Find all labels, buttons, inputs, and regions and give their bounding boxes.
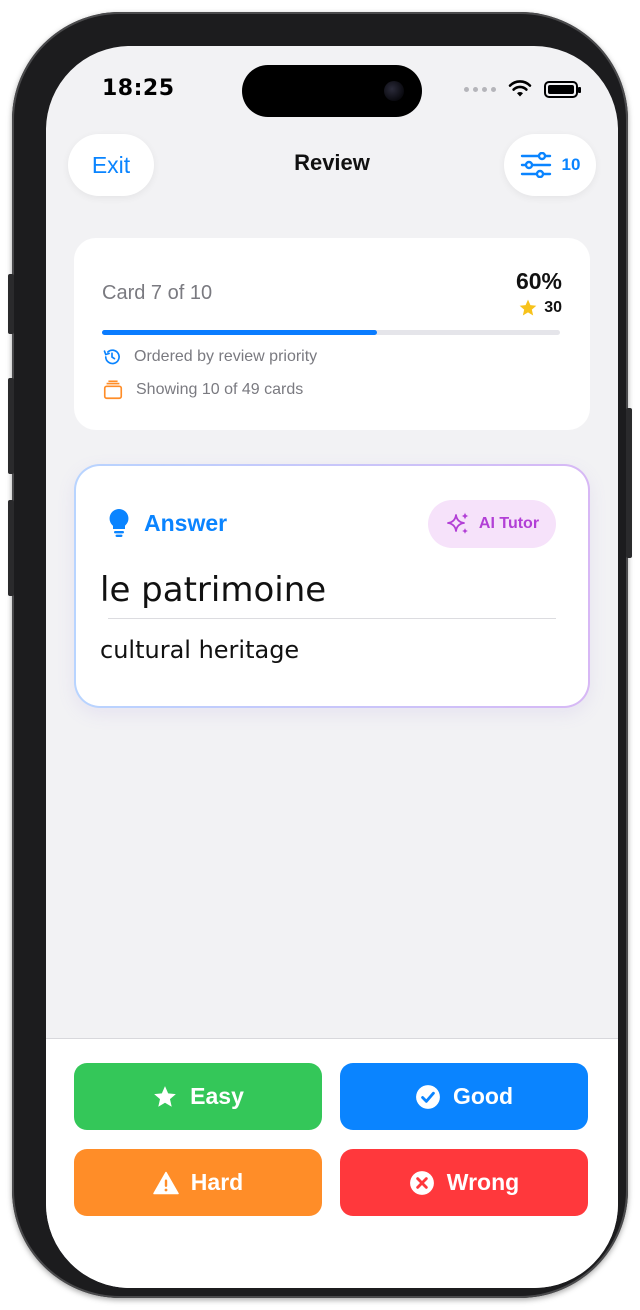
front-camera: [384, 81, 404, 101]
lightbulb-icon: [109, 509, 129, 537]
status-time: 18:25: [102, 76, 175, 101]
sliders-icon: [520, 152, 551, 178]
sparkles-icon: [447, 512, 469, 534]
cellular-signal-icon: [464, 86, 496, 92]
grading-panel: Easy Good Hard Wrong: [46, 1038, 618, 1288]
easy-label: Easy: [190, 1083, 244, 1109]
dynamic-island: [242, 65, 422, 117]
screen: 18:25 Exit Review 10 Card 7 of 10 60% 30…: [46, 46, 618, 1288]
divider: [108, 618, 556, 619]
ai-tutor-label: AI Tutor: [478, 515, 540, 532]
answer-card: Answer AI Tutor le patrimoine cultural h…: [74, 464, 590, 708]
wrong-label: Wrong: [446, 1169, 520, 1195]
filter-button[interactable]: 10: [504, 134, 596, 196]
good-button[interactable]: Good: [340, 1063, 588, 1130]
answer-header: Answer: [108, 508, 227, 538]
showing-note: Showing 10 of 49 cards: [136, 381, 304, 398]
progress-percent: 60%: [515, 268, 562, 294]
answer-label: Answer: [144, 509, 228, 536]
order-note: Ordered by review priority: [134, 348, 318, 365]
battery-icon: [544, 80, 581, 98]
status-icons: [464, 80, 581, 98]
power-button: [626, 408, 632, 558]
easy-button[interactable]: Easy: [74, 1063, 322, 1130]
phone-frame: 18:25 Exit Review 10 Card 7 of 10 60% 30…: [8, 12, 632, 1298]
star-icon: [152, 1084, 178, 1110]
wrong-button[interactable]: Wrong: [340, 1149, 588, 1216]
wifi-icon: [508, 80, 532, 97]
card-definition: cultural heritage: [100, 636, 300, 664]
showing-note-row: Showing 10 of 49 cards: [102, 379, 303, 401]
star-count-value: 30: [544, 299, 562, 316]
volume-down-button: [8, 500, 14, 596]
order-note-row: Ordered by review priority: [102, 347, 317, 367]
progress-card: Card 7 of 10 60% 30 Ordered by review pr…: [74, 238, 590, 430]
checkmark-circle-icon: [415, 1084, 441, 1110]
star-count: 30: [518, 298, 562, 318]
progress-bar-fill: [102, 330, 377, 335]
action-button: [8, 274, 14, 334]
star-icon: [519, 299, 537, 316]
good-label: Good: [452, 1083, 514, 1109]
card-position: Card 7 of 10: [102, 282, 213, 304]
hard-button[interactable]: Hard: [74, 1149, 322, 1216]
progress-bar: [102, 330, 560, 335]
card-stack-icon: [103, 380, 123, 400]
ai-tutor-button[interactable]: AI Tutor: [428, 500, 556, 548]
volume-up-button: [8, 378, 14, 474]
x-circle-icon: [409, 1170, 435, 1196]
hard-label: Hard: [190, 1169, 244, 1195]
filter-count: 10: [561, 155, 581, 174]
card-term: le patrimoine: [100, 570, 327, 610]
clock-history-icon: [103, 349, 120, 365]
warning-triangle-icon: [153, 1171, 179, 1195]
